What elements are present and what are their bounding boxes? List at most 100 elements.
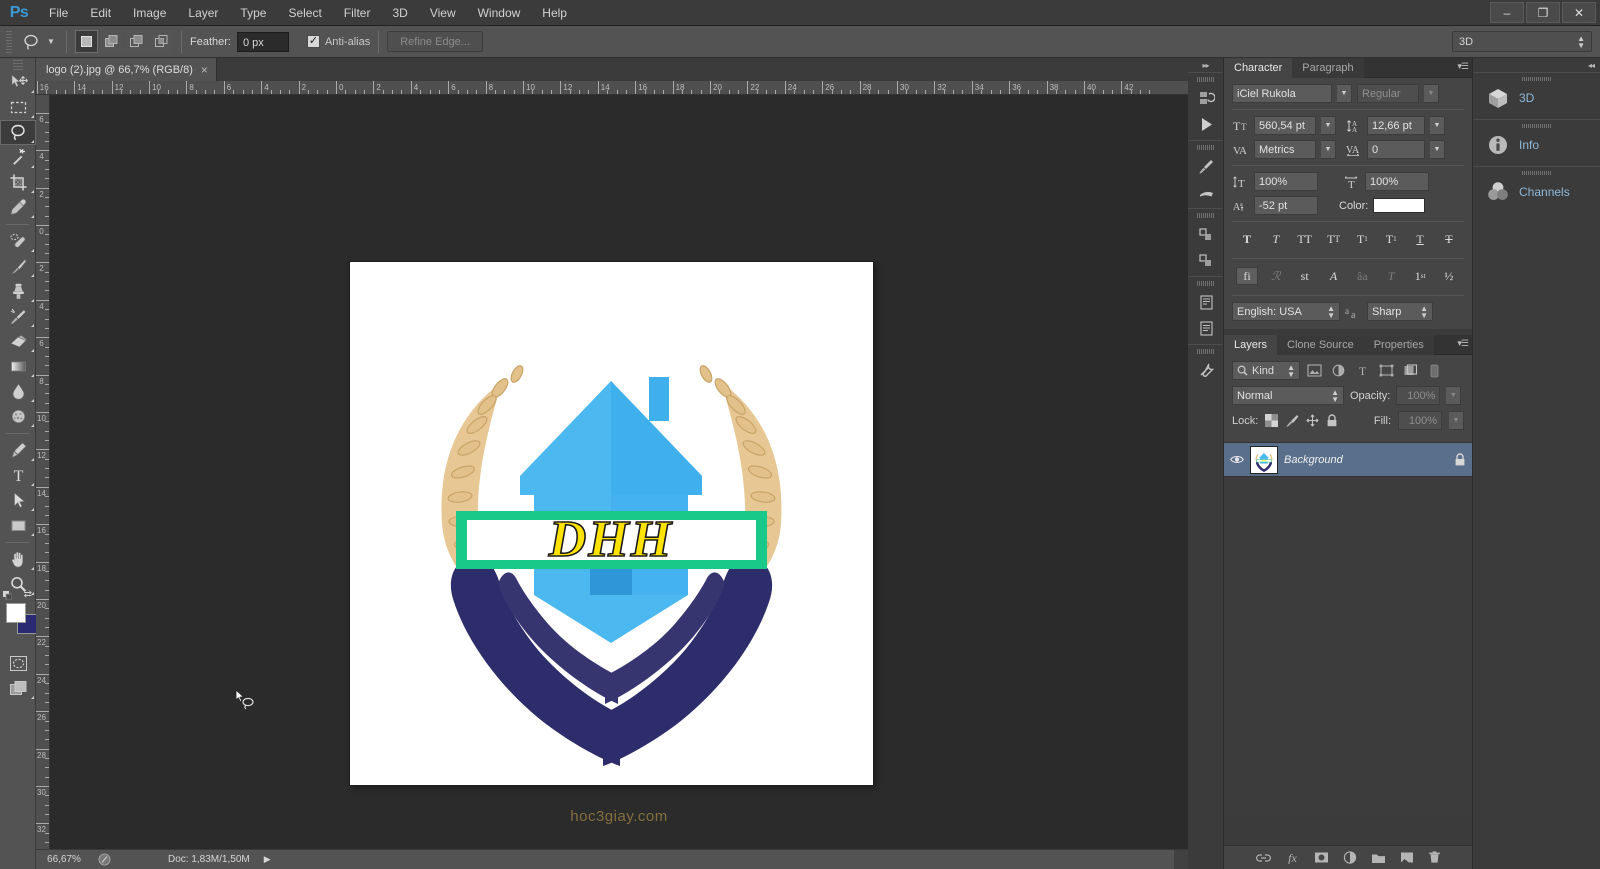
filter-type-layers-icon[interactable]: T (1352, 361, 1372, 380)
panel-menu-icon[interactable]: ▾☰ (1457, 338, 1469, 349)
toolbar-grip[interactable] (0, 58, 35, 70)
brush-presets-icon[interactable] (1188, 153, 1224, 179)
rail-grip[interactable] (1196, 280, 1215, 287)
layer-name[interactable]: Background (1284, 454, 1448, 466)
all-caps-button[interactable]: TT (1294, 230, 1316, 248)
lock-all-icon[interactable] (1326, 414, 1338, 427)
opacity-input[interactable]: 100% (1396, 386, 1441, 405)
menu-help[interactable]: Help (531, 0, 578, 26)
quick-mask-mode-button[interactable] (0, 651, 36, 676)
font-style-chevron-down-icon[interactable]: ▼ (1424, 84, 1439, 103)
menu-filter[interactable]: Filter (333, 0, 382, 26)
refine-edge-button[interactable]: Refine Edge... (387, 31, 483, 52)
history-brush-tool[interactable] (0, 304, 36, 329)
new-selection-button[interactable] (75, 30, 98, 53)
collapse-panels-icon[interactable]: ◂◂ (1473, 58, 1600, 72)
lasso-tool[interactable] (0, 120, 36, 145)
tab-character[interactable]: Character (1224, 58, 1293, 78)
layer-thumbnail[interactable]: DHH (1250, 445, 1278, 474)
filter-shape-layers-icon[interactable] (1376, 361, 1396, 380)
tab-properties[interactable]: Properties (1363, 335, 1434, 355)
menu-image[interactable]: Image (122, 0, 177, 26)
blend-mode-select[interactable]: Normal ▲ ▼ (1232, 386, 1344, 405)
tracking-input[interactable]: 0 (1367, 140, 1425, 159)
horizontal-scale-input[interactable]: 100% (1365, 172, 1429, 191)
rail-grip[interactable] (1196, 348, 1215, 355)
antialias-checkbox-group[interactable]: ✓ Anti-alias (306, 35, 370, 48)
vertical-scale-input[interactable]: 100% (1254, 172, 1318, 191)
options-bar-grip[interactable] (6, 30, 12, 53)
menu-view[interactable]: View (419, 0, 467, 26)
swap-colors-icon[interactable]: ⇄ (24, 589, 32, 600)
horizontal-ruler[interactable]: 16 14 12 10 8 6 4 2 0 2 4 6 8 10 12 14 16 18 20 22 24 26 28 30 3… (36, 81, 1188, 95)
language-select[interactable]: English: USA ▲ ▼ (1232, 302, 1340, 321)
delete-layer-icon[interactable] (1428, 851, 1441, 864)
canvas-viewport[interactable]: DHH hoc3giay.com (50, 95, 1188, 849)
panel-info[interactable]: Info (1473, 119, 1600, 166)
menu-window[interactable]: Window (467, 0, 532, 26)
lock-position-icon[interactable] (1306, 414, 1319, 427)
pen-tool[interactable] (0, 438, 36, 463)
eyedropper-tool[interactable] (0, 195, 36, 220)
lock-image-pixels-icon[interactable] (1285, 414, 1299, 427)
eye-icon[interactable] (1230, 454, 1244, 465)
new-adjustment-layer-icon[interactable] (1343, 851, 1357, 864)
tool-preset-chevron-icon[interactable]: ▼ (44, 30, 58, 54)
tab-paragraph[interactable]: Paragraph (1292, 58, 1364, 78)
font-size-chevron-down-icon[interactable]: ▼ (1321, 116, 1336, 135)
eraser-tool[interactable] (0, 329, 36, 354)
rectangle-tool[interactable] (0, 513, 36, 538)
lock-transparent-pixels-icon[interactable] (1265, 414, 1279, 427)
brush-icon[interactable] (1188, 179, 1224, 205)
minimize-button[interactable]: – (1490, 2, 1524, 23)
clone-stamp-tool[interactable] (0, 279, 36, 304)
crop-tool[interactable] (0, 170, 36, 195)
menu-type[interactable]: Type (229, 0, 277, 26)
kerning-input[interactable]: Metrics (1254, 140, 1316, 159)
faux-italic-button[interactable]: T (1265, 230, 1287, 248)
baseline-shift-input[interactable]: -52 pt (1254, 196, 1318, 215)
layer-filter-kind-select[interactable]: Kind ▲ ▼ (1232, 361, 1300, 380)
add-layer-mask-icon[interactable] (1314, 851, 1329, 864)
contextual-alternates-button[interactable]: ℛ (1265, 267, 1287, 285)
panel-grip[interactable] (1521, 77, 1552, 83)
tab-layers[interactable]: Layers (1224, 335, 1278, 355)
menu-3d[interactable]: 3D (381, 0, 418, 26)
menu-layer[interactable]: Layer (177, 0, 229, 26)
hand-tool[interactable] (0, 547, 36, 572)
font-size-input[interactable]: 560,54 pt (1254, 116, 1316, 135)
workspace-selector[interactable]: 3D ▲ ▼ (1452, 31, 1592, 52)
discretionary-ligatures-button[interactable]: st (1294, 267, 1316, 285)
new-group-icon[interactable] (1371, 852, 1386, 864)
table-row[interactable]: DHH Background (1224, 443, 1472, 477)
rail-grip[interactable] (1196, 212, 1215, 219)
screen-mode-button[interactable] (0, 676, 36, 701)
small-caps-button[interactable]: TT (1323, 230, 1345, 248)
faux-bold-button[interactable]: T (1236, 230, 1258, 248)
leading-input[interactable]: 12,66 pt (1367, 116, 1425, 135)
expand-panels-icon[interactable]: ▸▸ (1188, 58, 1223, 72)
leading-chevron-down-icon[interactable]: ▼ (1430, 116, 1445, 135)
foreground-color-swatch[interactable] (6, 603, 26, 623)
menu-file[interactable]: File (38, 0, 79, 26)
subscript-button[interactable]: T1 (1380, 230, 1402, 248)
lasso-icon[interactable] (18, 30, 44, 54)
filter-smart-objects-icon[interactable] (1400, 361, 1420, 380)
spot-healing-brush-tool[interactable] (0, 229, 36, 254)
restore-button[interactable]: ❐ (1526, 2, 1560, 23)
character-styles-icon[interactable] (1188, 315, 1224, 341)
vertical-scrollbar[interactable] (1174, 850, 1188, 869)
filter-adjustment-layers-icon[interactable] (1328, 361, 1348, 380)
dodge-tool[interactable] (0, 404, 36, 429)
default-colors-icon[interactable] (3, 591, 12, 600)
styles-icon[interactable] (1188, 247, 1224, 273)
add-to-selection-button[interactable] (100, 30, 123, 53)
font-family-chevron-down-icon[interactable]: ▼ (1337, 84, 1352, 103)
opacity-chevron-down-icon[interactable]: ▼ (1446, 386, 1462, 405)
status-expand-icon[interactable]: ▶ (264, 854, 271, 865)
subtract-from-selection-button[interactable] (125, 30, 148, 53)
document-tab[interactable]: logo (2).jpg @ 66,7% (RGB/8) × (36, 58, 217, 81)
fill-input[interactable]: 100% (1398, 411, 1442, 430)
standard-ligatures-button[interactable]: fi (1236, 267, 1258, 285)
antialias-method-select[interactable]: Sharp ▲ ▼ (1367, 302, 1433, 321)
